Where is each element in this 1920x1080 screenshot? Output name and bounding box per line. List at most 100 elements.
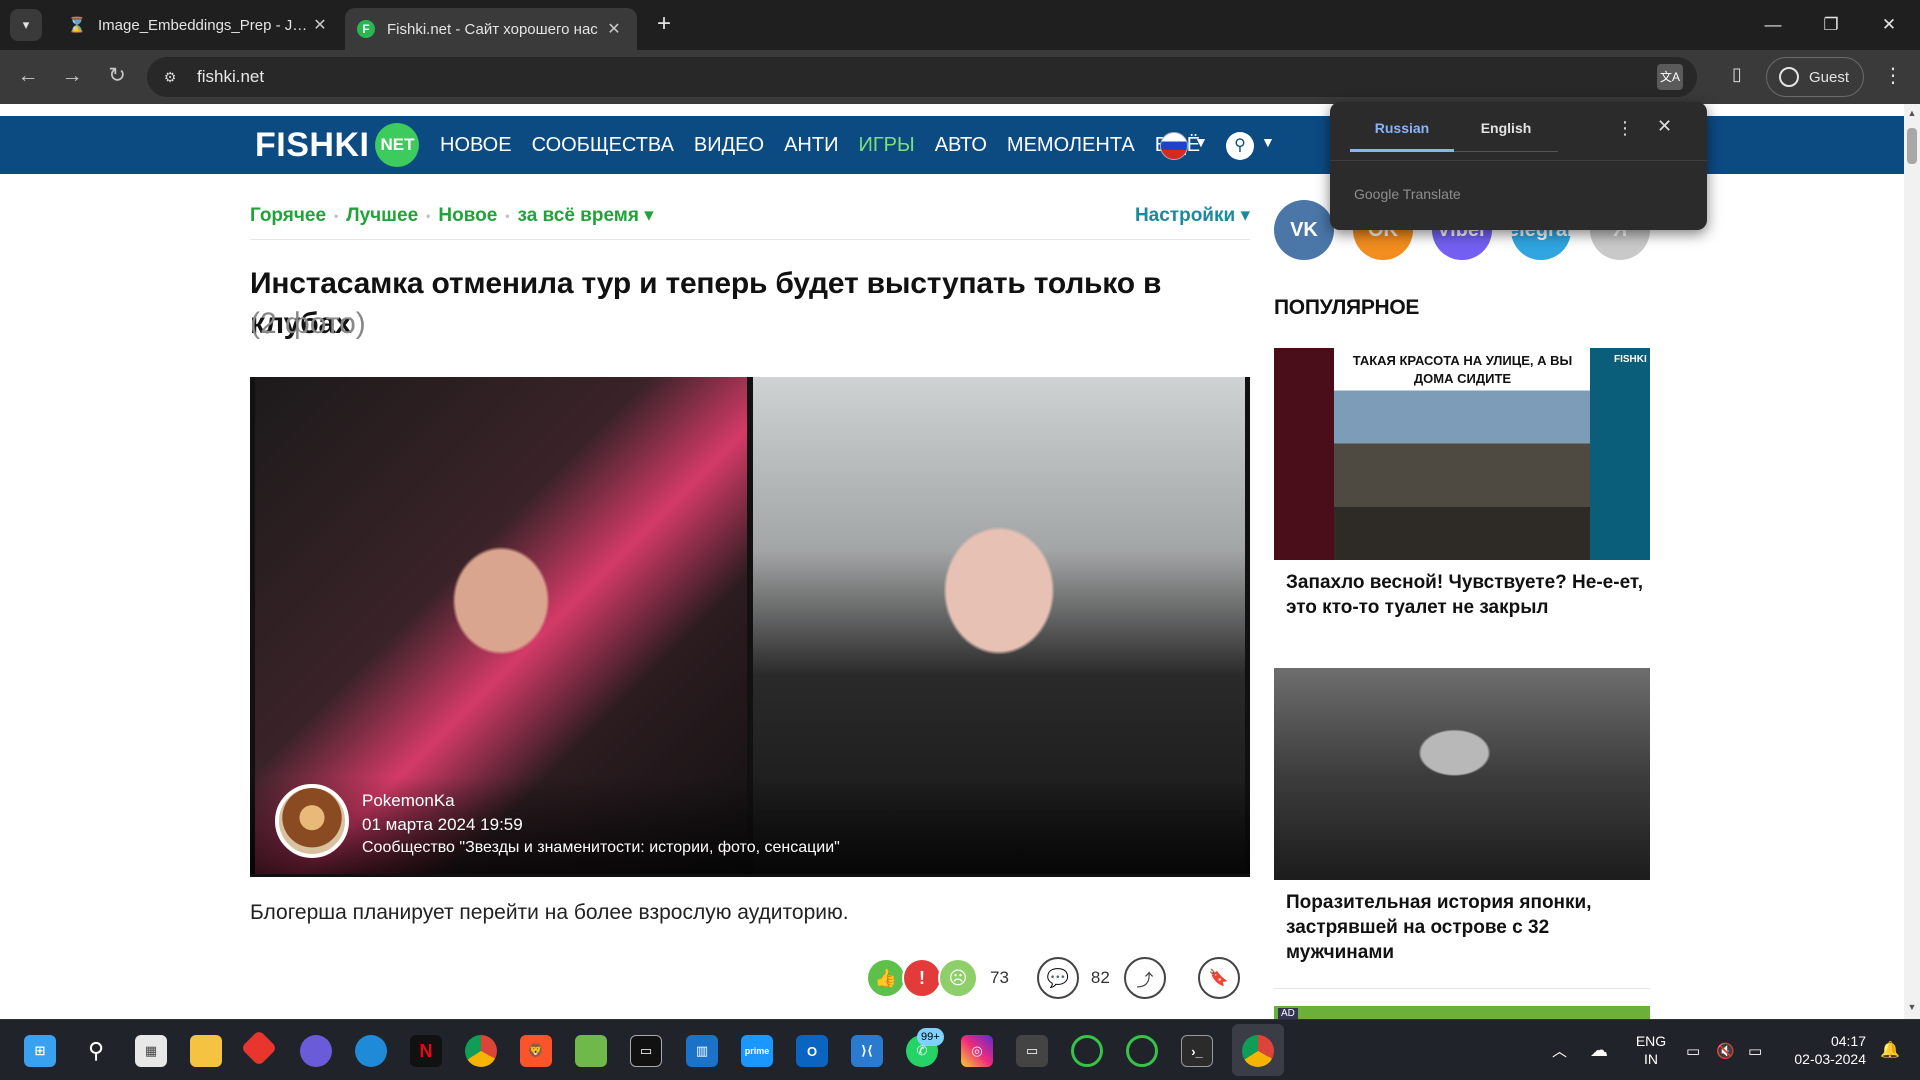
translate-tab-russian[interactable]: Russian [1350,120,1454,152]
filter-period-dropdown[interactable]: за всё время ▾ [518,204,654,227]
translate-tab-english[interactable]: English [1454,120,1558,152]
app-ring-icon[interactable] [1126,1035,1158,1067]
network-icon[interactable]: ▭ [1686,1020,1700,1080]
filter-hot[interactable]: Горячее [250,205,326,227]
vscode-icon[interactable]: ⟩⟨ [851,1035,883,1067]
photos-app-icon[interactable] [575,1035,607,1067]
netflix-icon[interactable]: N [410,1035,442,1067]
menu-item-auto[interactable]: АВТО [935,134,987,157]
sick-face-icon[interactable]: ☹ [938,958,978,998]
vk-icon[interactable]: VK [1274,200,1334,260]
article-photos: PokemonKa 01 марта 2024 19:59 Сообщество… [250,377,1250,877]
translate-popup: Russian English ⋮ ✕ Google Translate [1330,102,1707,230]
brave-icon[interactable]: 🦁 [520,1035,552,1067]
copilot-icon[interactable] [300,1035,332,1067]
profile-button[interactable]: Guest [1766,57,1864,97]
author-name[interactable]: PokemonKa [362,791,455,811]
tab-jupyter[interactable]: ⌛ Image_Embeddings_Prep - Jupy ✕ [56,8,343,42]
file-explorer-icon[interactable] [190,1035,222,1067]
filter-new[interactable]: Новое [438,205,497,227]
back-arrow-icon[interactable]: ← [12,61,44,93]
article-actions: 👍 ! ☹ 73 💬 82 ⤴ 🔖 [866,956,1240,1000]
restore-icon[interactable]: ❐ [1802,0,1860,50]
search-icon[interactable]: ⚲ [80,1035,112,1067]
menu-item-new[interactable]: НОВОЕ [440,134,512,157]
thumbs-up-icon[interactable]: 👍 [866,958,906,998]
close-icon[interactable]: ✕ [1657,116,1672,137]
store-icon[interactable]: ▦ [135,1035,167,1067]
tab-title: Fishki.net - Сайт хорошего нас [387,20,598,38]
app-ring-icon[interactable] [1071,1035,1103,1067]
popular-card-1-image-caption: ТАКАЯ КРАСОТА НА УЛИЦЕ, А ВЫ ДОМА СИДИТЕ [1352,353,1573,386]
browser-menu-icon[interactable]: ⋮ [1880,63,1906,89]
notification-bell-icon[interactable]: 🔔 [1880,1040,1900,1060]
tab-search-button[interactable]: ▾ [10,9,42,41]
translate-icon[interactable]: 文A [1657,64,1683,90]
minimize-icon[interactable]: — [1744,0,1802,50]
bookmark-icon[interactable]: 🔖 [1197,957,1240,999]
app-diamond-icon[interactable] [240,1029,278,1067]
chevron-down-icon[interactable]: ▼ [1194,134,1208,150]
community-link[interactable]: Сообщество "Звезды и знаменитости: истор… [362,839,840,857]
scroll-down-arrow-icon[interactable]: ▼ [1904,1002,1920,1012]
terminal-icon[interactable]: ▭ [630,1035,662,1067]
url-text[interactable]: fishki.net [197,67,264,87]
share-icon[interactable]: ⤴ [1123,957,1166,999]
menu-item-anti[interactable]: АНТИ [784,134,838,157]
chrome-icon[interactable] [465,1035,497,1067]
site-info-icon[interactable]: ⚙ [157,64,183,90]
windows-taskbar: ⊞ ⚲ ▦ N 🦁 ▭ ▥ prime O ⟩⟨ ✆ 99+ ◎ ▭ ›_ ︿ … [0,1019,1920,1080]
site-logo[interactable]: FISHKI NET [255,116,420,174]
scroll-up-arrow-icon[interactable]: ▲ [1904,108,1920,118]
popular-card-2-title[interactable]: Поразительная история японки, застрявшей… [1286,890,1646,965]
address-bar[interactable]: ⚙ fishki.net 文A [147,57,1697,97]
edge-icon[interactable] [355,1035,387,1067]
tab-fishki[interactable]: F Fishki.net - Сайт хорошего нас ✕ [345,8,637,50]
windows-start-icon[interactable]: ⊞ [24,1035,56,1067]
prime-video-icon[interactable]: prime [741,1035,773,1067]
scroll-thumb[interactable] [1907,128,1917,164]
reload-icon[interactable]: ↻ [101,61,133,93]
clock-time: 04:17 [1830,1033,1866,1049]
author-avatar[interactable] [275,784,349,858]
system-clock[interactable]: 04:17 02-03-2024 [1786,1032,1866,1068]
input-language[interactable]: ENG IN [1634,1032,1668,1068]
app-blue-icon[interactable]: ▥ [686,1035,718,1067]
battery-icon[interactable]: ▭ [1748,1020,1762,1080]
new-tab-button[interactable]: + [650,11,678,39]
russian-flag-icon[interactable] [1160,132,1188,160]
reactions-count: 73 [990,968,1009,987]
close-tab-icon[interactable]: ✕ [309,15,331,35]
thumbs-down-icon[interactable]: ! [902,958,942,998]
terminal-icon[interactable]: ›_ [1181,1035,1213,1067]
close-window-icon[interactable]: ✕ [1860,0,1918,50]
filter-separator: • [334,208,339,223]
app-window-icon[interactable]: ▭ [1016,1035,1048,1067]
menu-item-games[interactable]: ИГРЫ [858,134,914,157]
menu-item-communities[interactable]: СООБЩЕСТВА [532,134,674,157]
forward-arrow-icon[interactable]: → [56,61,88,93]
onedrive-cloud-icon[interactable]: ☁ [1590,1020,1608,1080]
filter-separator: • [505,208,510,223]
page-scrollbar[interactable]: ▲ ▼ [1904,104,1920,1019]
outlook-icon[interactable]: O [796,1035,828,1067]
comment-icon[interactable]: 💬 [1036,957,1079,999]
menu-item-video[interactable]: ВИДЕО [694,134,764,157]
ad-banner[interactable]: AD [1274,1006,1650,1019]
side-panel-icon[interactable]: ▯ [1726,64,1748,86]
popular-card-1-title[interactable]: Запахло весной! Чувствуете? Не-е-ет, это… [1286,570,1646,620]
chrome-icon[interactable] [1242,1035,1274,1067]
tray-chevron-up-icon[interactable]: ︿ [1552,1020,1567,1080]
more-options-icon[interactable]: ⋮ [1616,118,1634,139]
volume-muted-icon[interactable]: 🔇 [1716,1020,1735,1080]
popular-card-2-image[interactable] [1274,668,1650,880]
chevron-down-icon[interactable]: ▼ [1261,134,1275,150]
instagram-icon[interactable]: ◎ [961,1035,993,1067]
search-icon[interactable]: ⚲ [1226,132,1254,160]
settings-dropdown[interactable]: Настройки ▾ [1135,204,1250,227]
close-tab-icon[interactable]: ✕ [603,19,625,39]
menu-item-memolenta[interactable]: МЕМОЛЕНТА [1007,134,1135,157]
fishki-favicon-icon: F [357,20,375,38]
filter-best[interactable]: Лучшее [346,205,418,227]
feed-filter-bar: Горячее • Лучшее • Новое • за всё время … [250,200,1250,240]
